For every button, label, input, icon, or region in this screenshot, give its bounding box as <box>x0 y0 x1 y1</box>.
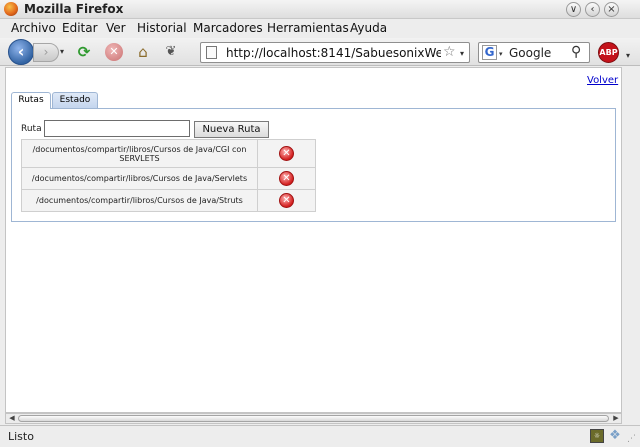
delete-icon[interactable]: ✕ <box>279 171 294 186</box>
status-bar: Listo ☼ ❖ ⋰ <box>0 425 640 447</box>
url-text[interactable]: http://localhost:8141/SabuesonixWeb/face… <box>226 46 441 60</box>
sync-icon[interactable]: ❖ <box>608 429 622 443</box>
horizontal-scrollbar[interactable]: ◀ ▶ <box>5 413 622 424</box>
magnifier-icon[interactable]: ⚲ <box>571 44 581 60</box>
route-path: /documentos/compartir/libros/Cursos de J… <box>21 167 258 190</box>
table-row: /documentos/compartir/libros/Cursos de J… <box>21 167 316 190</box>
status-text: Listo <box>8 430 34 443</box>
nueva-ruta-button[interactable]: Nueva Ruta <box>194 121 269 138</box>
menu-ver[interactable]: Ver <box>106 21 126 35</box>
stop-icon[interactable]: ✕ <box>105 43 123 61</box>
adblock-icon[interactable]: ABP <box>598 42 619 63</box>
minimize-button[interactable]: ∨ <box>566 2 581 17</box>
rutas-panel: Ruta Nueva Ruta /documentos/compartir/li… <box>11 108 616 222</box>
firefox-logo-icon <box>4 2 18 16</box>
history-dropdown-icon[interactable]: ▾ <box>60 47 64 56</box>
close-button[interactable]: × <box>604 2 619 17</box>
window-title: Mozilla Firefox <box>24 2 124 16</box>
navigation-toolbar: ‹ › ▾ ⟳ ✕ ⌂ ❦ http://localhost:8141/Sabu… <box>0 38 640 66</box>
route-path: /documentos/compartir/libros/Cursos de J… <box>21 139 258 168</box>
extension-icon[interactable]: ☼ <box>590 429 604 443</box>
menu-archivo[interactable]: Archivo <box>11 21 56 35</box>
page-content: Volver Estado Ruta Nueva Ruta /documento… <box>5 67 622 413</box>
adblock-dropdown-icon[interactable]: ▾ <box>626 51 630 60</box>
menu-herramientas[interactable]: Herramientas <box>267 21 349 35</box>
back-arrow-icon[interactable]: ‹ <box>8 39 34 65</box>
volver-link[interactable]: Volver <box>587 75 618 86</box>
url-bar[interactable]: http://localhost:8141/SabuesonixWeb/face… <box>200 42 470 63</box>
resize-grip-icon[interactable]: ⋰ <box>627 434 637 444</box>
google-logo-icon[interactable]: G <box>482 45 497 60</box>
bookmark-icon[interactable]: ❦ <box>162 43 180 61</box>
engine-dropdown-icon[interactable]: ▾ <box>499 50 503 58</box>
url-dropdown-icon[interactable]: ▾ <box>460 49 464 58</box>
reload-icon[interactable]: ⟳ <box>75 43 93 61</box>
scroll-left-icon[interactable]: ◀ <box>6 413 18 424</box>
menu-marcadores[interactable]: Marcadores <box>193 21 263 35</box>
table-row: /documentos/compartir/libros/Cursos de J… <box>21 139 316 168</box>
scroll-right-icon[interactable]: ▶ <box>610 413 622 424</box>
search-bar[interactable]: G ▾ Google ⚲ <box>478 42 590 63</box>
tab-rutas[interactable]: Rutas <box>11 92 51 109</box>
restore-button[interactable]: ‹ <box>585 2 600 17</box>
firefox-window: Mozilla Firefox ∨ ‹ × Archivo Editar Ver… <box>0 0 640 447</box>
menu-historial[interactable]: Historial <box>137 21 187 35</box>
title-bar: Mozilla Firefox ∨ ‹ × <box>0 0 640 19</box>
search-engine-label: Google <box>509 46 552 60</box>
star-icon[interactable]: ☆ <box>443 44 456 60</box>
home-icon[interactable]: ⌂ <box>134 43 152 61</box>
routes-table: /documentos/compartir/libros/Cursos de J… <box>21 139 316 212</box>
delete-icon[interactable]: ✕ <box>279 193 294 208</box>
page-icon <box>206 46 217 59</box>
tab-estado[interactable]: Estado <box>52 92 98 108</box>
menu-editar[interactable]: Editar <box>62 21 98 35</box>
menu-ayuda[interactable]: Ayuda <box>350 21 387 35</box>
route-path: /documentos/compartir/libros/Cursos de J… <box>21 189 258 212</box>
delete-icon[interactable]: ✕ <box>279 146 294 161</box>
ruta-input[interactable] <box>44 120 190 137</box>
table-row: /documentos/compartir/libros/Cursos de J… <box>21 189 316 212</box>
menu-bar: Archivo Editar Ver Historial Marcadores … <box>0 19 640 38</box>
ruta-label: Ruta <box>21 124 42 134</box>
scrollbar-thumb[interactable] <box>18 415 609 422</box>
forward-arrow-icon[interactable]: › <box>33 43 59 62</box>
